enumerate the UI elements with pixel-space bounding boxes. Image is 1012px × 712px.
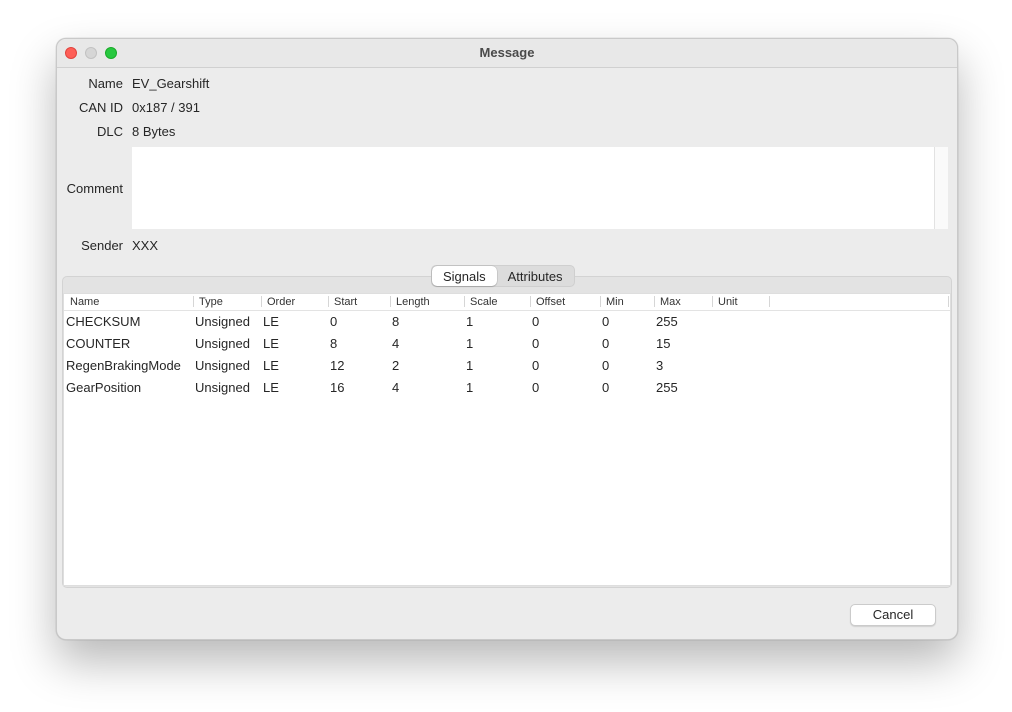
cell-scale: 1	[466, 314, 474, 329]
name-label: Name	[88, 76, 123, 91]
cell-max: 15	[656, 336, 671, 351]
column-separator[interactable]	[654, 296, 655, 307]
sender-label: Sender	[81, 238, 123, 253]
cell-max: 255	[656, 314, 678, 329]
column-separator[interactable]	[261, 296, 262, 307]
cell-order: LE	[263, 380, 279, 395]
name-value[interactable]: EV_Gearshift	[132, 76, 209, 91]
dlc-value[interactable]: 8 Bytes	[132, 124, 175, 139]
column-separator[interactable]	[712, 296, 713, 307]
cell-name: CHECKSUM	[66, 314, 141, 329]
cell-start: 0	[330, 314, 338, 329]
cell-length: 2	[392, 358, 400, 373]
comment-scrollbar[interactable]	[934, 147, 948, 229]
cell-start: 12	[330, 358, 345, 373]
cell-min: 0	[602, 358, 610, 373]
column-separator[interactable]	[328, 296, 329, 307]
cell-scale: 1	[466, 336, 474, 351]
table-row[interactable]: COUNTER Unsigned LE 8 4 1 0 0 15	[64, 333, 950, 355]
cell-max: 255	[656, 380, 678, 395]
cell-order: LE	[263, 314, 279, 329]
tab-attributes[interactable]: Attributes	[497, 266, 574, 286]
column-header-length[interactable]: Length	[396, 295, 430, 309]
column-header-offset[interactable]: Offset	[536, 295, 565, 309]
column-separator[interactable]	[530, 296, 531, 307]
cell-min: 0	[602, 314, 610, 329]
tab-bar: Signals Attributes	[431, 265, 575, 287]
can-id-label: CAN ID	[78, 100, 123, 115]
cell-scale: 1	[466, 380, 474, 395]
cell-length: 8	[392, 314, 400, 329]
column-header-name[interactable]: Name	[70, 295, 99, 309]
column-header-max[interactable]: Max	[660, 295, 681, 309]
cell-type: Unsigned	[195, 314, 250, 329]
cell-order: LE	[263, 336, 279, 351]
column-separator[interactable]	[464, 296, 465, 307]
cell-type: Unsigned	[195, 336, 250, 351]
column-header-unit[interactable]: Unit	[718, 295, 738, 309]
column-separator[interactable]	[769, 296, 770, 307]
comment-field[interactable]	[132, 147, 934, 229]
comment-label: Comment	[66, 181, 123, 196]
cell-name: RegenBrakingMode	[66, 358, 181, 373]
cell-length: 4	[392, 336, 400, 351]
cell-offset: 0	[532, 380, 540, 395]
column-separator[interactable]	[600, 296, 601, 307]
title-bar: Message	[57, 39, 957, 68]
cell-scale: 1	[466, 358, 474, 373]
cell-min: 0	[602, 380, 610, 395]
table-row[interactable]: RegenBrakingMode Unsigned LE 12 2 1 0 0 …	[64, 355, 950, 377]
cell-length: 4	[392, 380, 400, 395]
cell-offset: 0	[532, 314, 540, 329]
column-separator[interactable]	[390, 296, 391, 307]
cell-offset: 0	[532, 336, 540, 351]
column-header-min[interactable]: Min	[606, 295, 624, 309]
cell-start: 8	[330, 336, 338, 351]
cell-type: Unsigned	[195, 358, 250, 373]
column-header-type[interactable]: Type	[199, 295, 223, 309]
cell-order: LE	[263, 358, 279, 373]
cell-start: 16	[330, 380, 345, 395]
can-id-value[interactable]: 0x187 / 391	[132, 100, 200, 115]
column-separator[interactable]	[948, 296, 949, 307]
column-separator[interactable]	[193, 296, 194, 307]
cell-min: 0	[602, 336, 610, 351]
tab-signals[interactable]: Signals	[432, 266, 497, 286]
table-row[interactable]: CHECKSUM Unsigned LE 0 8 1 0 0 255	[64, 311, 950, 333]
column-header-order[interactable]: Order	[267, 295, 295, 309]
dlc-label: DLC	[96, 124, 123, 139]
cell-name: COUNTER	[66, 336, 131, 351]
signals-table: Name Type Order Start Length Scale Offse…	[63, 293, 951, 586]
cell-type: Unsigned	[195, 380, 250, 395]
column-header-start[interactable]: Start	[334, 295, 357, 309]
column-header-scale[interactable]: Scale	[470, 295, 498, 309]
sender-value[interactable]: XXX	[132, 238, 158, 253]
cell-offset: 0	[532, 358, 540, 373]
cell-name: GearPosition	[66, 380, 142, 395]
table-header: Name Type Order Start Length Scale Offse…	[64, 294, 950, 311]
window-title: Message	[479, 45, 535, 60]
table-row[interactable]: GearPosition Unsigned LE 16 4 1 0 0 255	[64, 377, 950, 399]
cell-max: 3	[656, 358, 664, 373]
cancel-button[interactable]: Cancel	[850, 604, 936, 626]
message-dialog: Message Name EV_Gearshift CAN ID 0x187 /…	[56, 38, 958, 640]
